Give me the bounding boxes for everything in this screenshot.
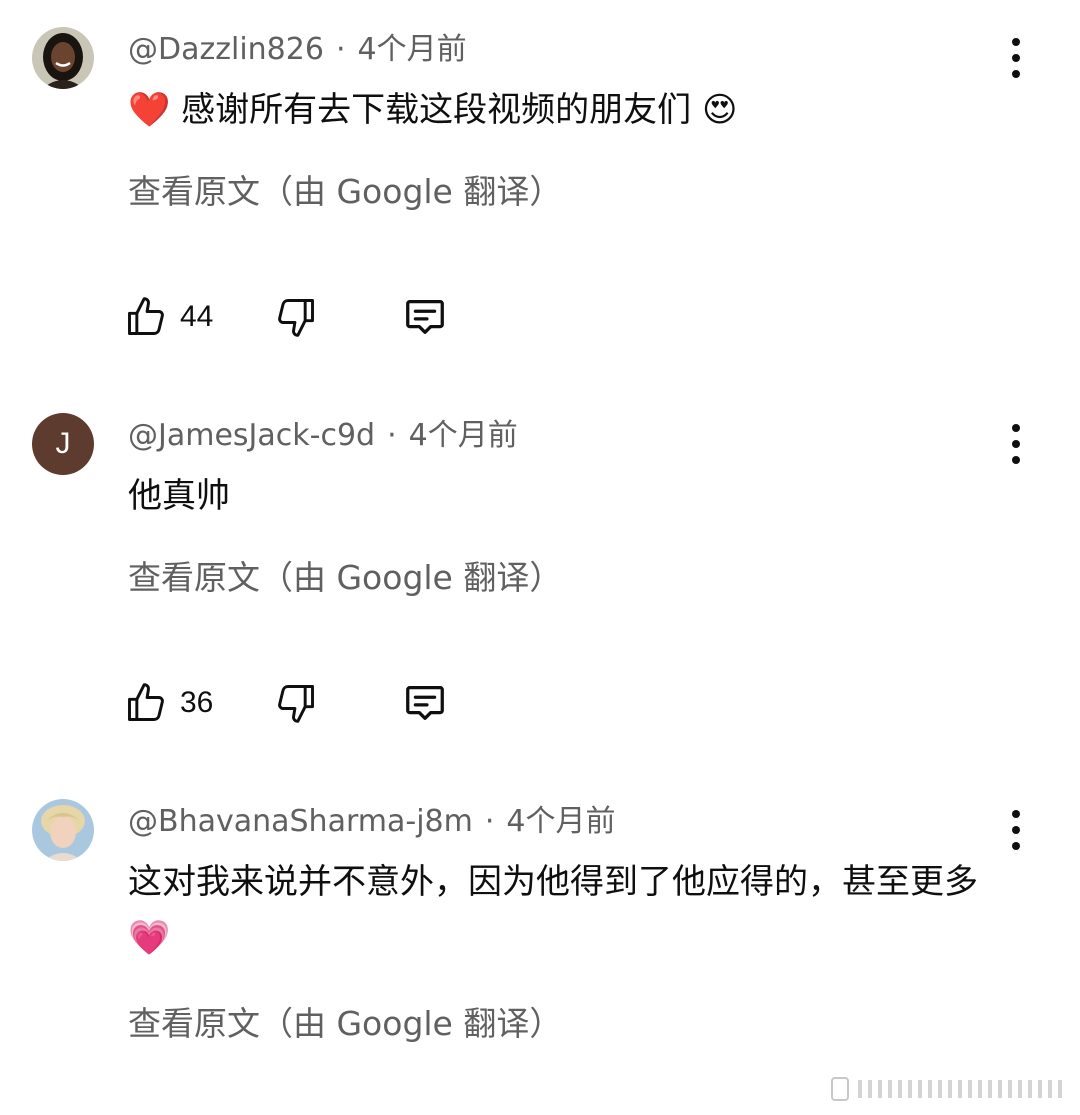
bottom-stripe-graphic [831, 1077, 1062, 1101]
like-button[interactable]: 36 [124, 680, 213, 726]
meta-separator: · [484, 804, 495, 839]
comment-meta: @BhavanaSharma-j8m · 4个月前 [128, 802, 615, 842]
view-original-link[interactable]: 查看原文（由 Google 翻译） [128, 556, 562, 600]
like-count: 44 [180, 300, 214, 333]
view-original-link[interactable]: 查看原文（由 Google 翻译） [128, 1002, 562, 1046]
thumbs-down-icon [278, 685, 314, 723]
comment-meta: @Dazzlin826 · 4个月前 [128, 30, 467, 70]
comment-actions: 44 [124, 294, 524, 344]
growing-heart-emoji: 💗 [128, 918, 171, 958]
comment-body: 他真帅 [128, 476, 230, 516]
dislike-button[interactable] [274, 680, 318, 726]
comment-text: 他真帅 [128, 468, 1018, 524]
reply-button[interactable] [402, 294, 448, 340]
comment-author[interactable]: @JamesJack-c9d [128, 418, 375, 453]
comment-body: 这对我来说并不意外，因为他得到了他应得的，甚至更多 [128, 862, 978, 902]
comment-author[interactable]: @BhavanaSharma-j8m [128, 804, 473, 839]
like-count: 36 [180, 686, 214, 719]
meta-separator: · [335, 32, 346, 67]
more-options-icon[interactable] [1000, 810, 1032, 850]
avatar[interactable] [32, 799, 94, 861]
reply-comment-icon [406, 300, 444, 334]
thumbs-up-icon [128, 297, 164, 335]
comment-author[interactable]: @Dazzlin826 [128, 32, 324, 67]
thumbs-down-icon [278, 299, 314, 337]
comment-age: 4个月前 [357, 32, 467, 67]
comment-text: ❤️ 感谢所有去下载这段视频的朋友们 😍 [128, 82, 1018, 138]
meta-separator: · [387, 418, 397, 453]
avatar[interactable]: J [32, 413, 94, 475]
comment-text: 这对我来说并不意外，因为他得到了他应得的，甚至更多 💗 [128, 854, 1008, 966]
reply-comment-icon [406, 686, 444, 720]
reply-button[interactable] [402, 680, 448, 726]
smiling-hearts-emoji: 😍 [701, 90, 738, 130]
like-button[interactable]: 44 [124, 294, 213, 340]
comment-age: 4个月前 [506, 804, 616, 839]
comment-meta: @JamesJack-c9d · 4个月前 [128, 416, 518, 456]
more-options-icon[interactable] [1000, 38, 1032, 78]
heart-emoji: ❤️ [128, 90, 171, 130]
comment-item: @Dazzlin826 · 4个月前 ❤️ 感谢所有去下载这段视频的朋友们 😍 查看… [0, 0, 1080, 380]
comment-age: 4个月前 [408, 418, 518, 453]
comment-item: @BhavanaSharma-j8m · 4个月前 这对我来说并不意外，因为他得到了… [0, 772, 1080, 1115]
avatar[interactable] [32, 27, 94, 89]
comment-actions: 36 [124, 680, 524, 730]
comment-item: J @JamesJack-c9d · 4个月前 他真帅 查看原文（由 Google … [0, 386, 1080, 766]
dislike-button[interactable] [274, 294, 318, 340]
thumbs-up-icon [128, 683, 164, 721]
view-original-link[interactable]: 查看原文（由 Google 翻译） [128, 170, 562, 214]
comment-body: 感谢所有去下载这段视频的朋友们 [181, 90, 692, 130]
more-options-icon[interactable] [1000, 424, 1032, 464]
